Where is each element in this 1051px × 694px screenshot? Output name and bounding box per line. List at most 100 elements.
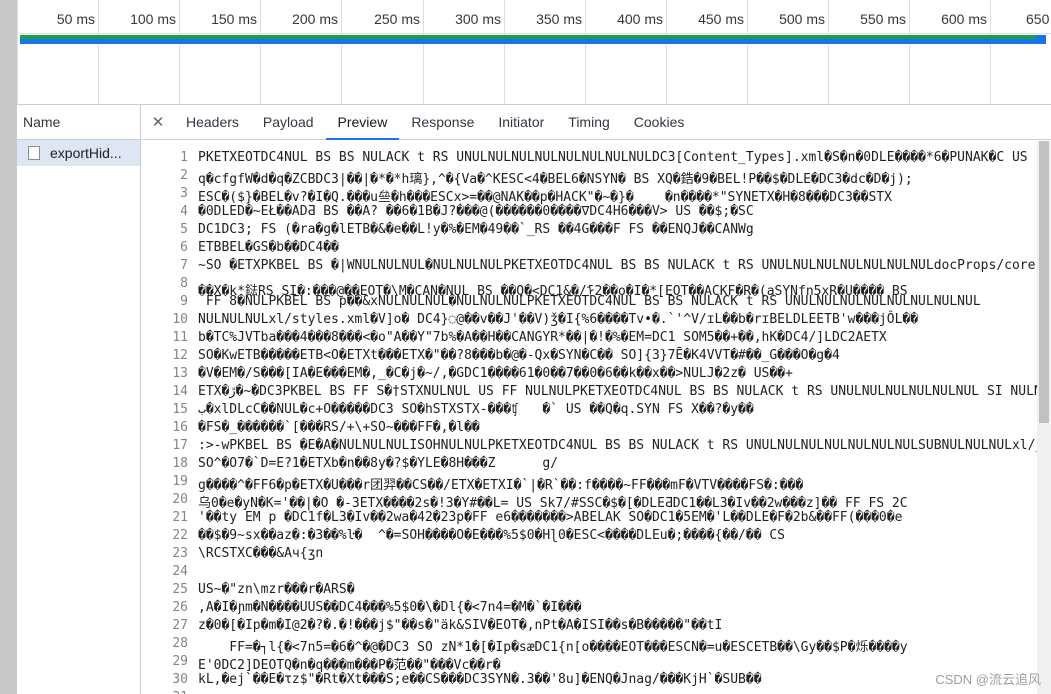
tab-timing[interactable]: Timing — [556, 105, 622, 139]
tab-initiator[interactable]: Initiator — [486, 105, 556, 139]
timeline-tick: 600 ms — [941, 0, 991, 105]
timeline-tick-label: 600 ms — [941, 11, 987, 27]
line-number: 31 — [142, 690, 188, 694]
code-line: 29 E'0DC2]DEOTQ�n�q���m���P�范��"���Vc��r� — [142, 654, 1051, 673]
line-number: 25 — [172, 582, 188, 597]
line-text: US~�"zn\mzr���r�ARS� — [198, 582, 355, 597]
preview-scrollbar[interactable] — [1037, 141, 1051, 694]
line-text: ,A�I�ɲm�N����UUS��DC4���%5$0�\�Dl{�<7n4=… — [198, 600, 582, 615]
timeline-divider — [17, 33, 1051, 34]
timeline-tick-label: 550 ms — [860, 11, 906, 27]
code-line: 6 ETBBEL�GS�b��DC4�� — [142, 240, 1051, 258]
timeline-tick-label: 500 ms — [779, 11, 825, 27]
code-line: 4 �0DLED�~EŁ��ADƋ BS ��A? ��6�1B�J?���@(�… — [142, 204, 1051, 222]
request-download-bar — [20, 39, 1036, 44]
name-column-header[interactable]: Name — [17, 105, 140, 140]
line-text: ETX�ڙ�~�DC3PKBEL BS FF S�†STXNULNUL US F… — [198, 384, 1051, 399]
line-text: NULNULNULxl/styles.xml�V]o� DC4}◌@��v��J… — [198, 312, 919, 327]
code-line: 16 �FS�_������`[���RS/+\+SO~���FF�,�l�� — [142, 420, 1051, 438]
line-text: SO�KwETB�����ETB<O�ETXt���ETX�"��?8���b�… — [198, 348, 840, 363]
details-tabbar: ✕ Headers Payload Preview Response Initi… — [142, 105, 1051, 140]
code-line: 1 PKETXEOTDC4NUL BS BS NULACK t RS UNULNU… — [142, 150, 1051, 168]
line-number: 30 — [172, 672, 188, 687]
line-text: kL,�ej`��E�τz$"�Rt�Xt���S;e��CS���DC3SYN… — [198, 672, 762, 687]
code-line: 13 �V�EM�/S���[IA�E���EM�,_�C�j�~/,�GDC1�… — [142, 366, 1051, 384]
line-number: 16 — [172, 420, 188, 435]
line-text: ��$�9~sx��az�:�3��%ŀ� ^�=SOH����O�E���%5… — [198, 528, 785, 543]
tab-cookies[interactable]: Cookies — [622, 105, 697, 139]
timeline-tick-label: 100 ms — [130, 11, 176, 27]
line-number: 19 — [172, 474, 188, 489]
timeline-tick-label: 300 ms — [455, 11, 501, 27]
timeline-tick-label: 650 m — [1026, 11, 1051, 27]
timeline-tick-label: 450 ms — [698, 11, 744, 27]
line-text: 乌0�e�yN�K='��|�O �-3ETX����2s�!3�Y#��L= … — [198, 496, 908, 511]
line-number: 4 — [180, 204, 188, 219]
code-line: 19 g����^�FF6�p�ETX�U���r团羿��CS��/ETX�ETX… — [142, 474, 1051, 493]
line-number: 2 — [180, 168, 188, 183]
close-icon[interactable]: ✕ — [142, 105, 174, 139]
code-line: 17 :>-wPKBEL BS �E�A�NULNULNULISOHNULNULP… — [142, 438, 1051, 456]
code-line: 2 q�cfgfW�d�q�ZCBDC3|��|�*�*h璃},^�{Va�^KE… — [142, 168, 1051, 187]
line-number: 12 — [172, 348, 188, 363]
request-row-export[interactable]: exportHid... — [17, 140, 140, 166]
line-text: '��ty EM p �DC1f�L3�Iv��2wa�42�23p�FF e6… — [198, 510, 903, 525]
line-number: 22 — [172, 528, 188, 543]
line-number: 23 — [172, 546, 188, 561]
line-text: z�0�[�Ip�m�I@2�?�.�!���j$"��s�"äk&SIV�EO… — [198, 618, 723, 633]
watermark: CSDN @流云追风 — [935, 672, 1041, 687]
scrollbar-thumb[interactable] — [1039, 141, 1049, 423]
timeline-tick-label: 200 ms — [292, 11, 338, 27]
tab-payload[interactable]: Payload — [251, 105, 326, 139]
line-text: �FS�_������`[���RS/+\+SO~���FF�,�l�� — [198, 420, 480, 435]
line-number: 21 — [172, 510, 188, 525]
timeline-tick-label: 400 ms — [617, 11, 663, 27]
left-gutter — [0, 0, 17, 694]
line-number: 10 — [172, 312, 188, 327]
timeline-tick-label: 350 ms — [536, 11, 582, 27]
line-text: ~SO �ETXPKBEL BS �|WNULNULNUL�NULNULNULP… — [198, 258, 1051, 273]
line-number: 20 — [172, 492, 188, 507]
tab-preview[interactable]: Preview — [325, 105, 400, 140]
line-text: PKETXEOTDC4NUL BS BS NULACK t RS UNULNUL… — [198, 150, 1028, 165]
code-line: 12 SO�KwETB�����ETB<O�ETXt���ETX�"��?8���… — [142, 348, 1051, 366]
tab-headers[interactable]: Headers — [174, 105, 251, 139]
line-text: ETBBEL�GS�b��DC4�� — [198, 240, 339, 255]
line-number: 6 — [180, 240, 188, 255]
code-line: 8 ��X�k*鍅RS SI�:���@��EOT�\M�CAN�NUL BS �… — [142, 276, 1051, 299]
line-number: 5 — [180, 222, 188, 237]
request-bar-end — [1036, 35, 1046, 44]
line-text: :>-wPKBEL BS �E�A�NULNULNULISOHNULNULPKE… — [198, 438, 1051, 453]
line-number: 13 — [172, 366, 188, 381]
line-number: 27 — [172, 618, 188, 633]
code-line: 7 ~SO �ETXPKBEL BS �|WNULNULNUL�NULNULNUL… — [142, 258, 1051, 276]
line-text: DC1DC3; FS (�ra�g�lETB�&�e��L!y�%�EM�49�… — [198, 222, 754, 237]
code-line: 15 ب�xlDLcC��NUL�c+O�����DC3 SO�hSTXSTX-�… — [142, 402, 1051, 420]
code-line: 14 ETX�ڙ�~�DC3PKBEL BS FF S�†STXNULNUL US… — [142, 384, 1051, 402]
line-text: FF=�┐l{�<7n5=�6�^�@�DC3 SO zN*1�[�Ip�sæD… — [198, 640, 908, 655]
line-number: 9 — [180, 294, 188, 309]
code-line: 21 '��ty EM p �DC1f�L3�Iv��2wa�42�23p�FF … — [142, 510, 1051, 528]
line-number: 1 — [180, 150, 188, 165]
code-line: 31 — [142, 690, 1051, 694]
tab-response[interactable]: Response — [399, 105, 486, 139]
code-line: 3 ESC�($}�BEL�v?�I�Q.���u亝�h���ESCx>=��@N… — [142, 186, 1051, 205]
code-line: 27 z�0�[�Ip�m�I@2�?�.�!���j$"��s�"äk&SIV�… — [142, 618, 1051, 636]
timeline-tick-label: 150 ms — [211, 11, 257, 27]
line-number: 14 — [172, 384, 188, 399]
line-text: ESC�($}�BEL�v?�I�Q.���u亝�h���ESCx>=��@NA… — [198, 190, 892, 205]
code-line: 30 kL,�ej`��E�τz$"�Rt�Xt���S;e��CS���DC3S… — [142, 672, 1051, 690]
network-overview-timeline[interactable]: 50 ms 100 ms 150 ms 200 ms 250 ms 300 ms… — [17, 0, 1051, 105]
line-text: �0DLED�~EŁ��ADƋ BS ��A? ��6�1B�J?���@(��… — [198, 204, 754, 219]
preview-content[interactable]: 31 30 kL,�ej`��E�τz$"�Rt�Xt���S;e��CS���DC… — [142, 141, 1051, 694]
line-text: �V�EM�/S���[IA�E���EM�,_�C�j�~/,�GDC1���… — [198, 366, 793, 381]
line-number: 15 — [172, 402, 188, 417]
line-number: 11 — [172, 330, 188, 345]
line-number: 17 — [172, 438, 188, 453]
request-details-pane: ✕ Headers Payload Preview Response Initi… — [142, 105, 1051, 694]
line-number: 26 — [172, 600, 188, 615]
line-number: 18 — [172, 456, 188, 471]
request-list: Name exportHid... — [17, 105, 141, 694]
code-line: 20 乌0�e�yN�K='��|�O �-3ETX����2s�!3�Y#��L… — [142, 492, 1051, 511]
code-line: 24 — [142, 564, 1051, 582]
